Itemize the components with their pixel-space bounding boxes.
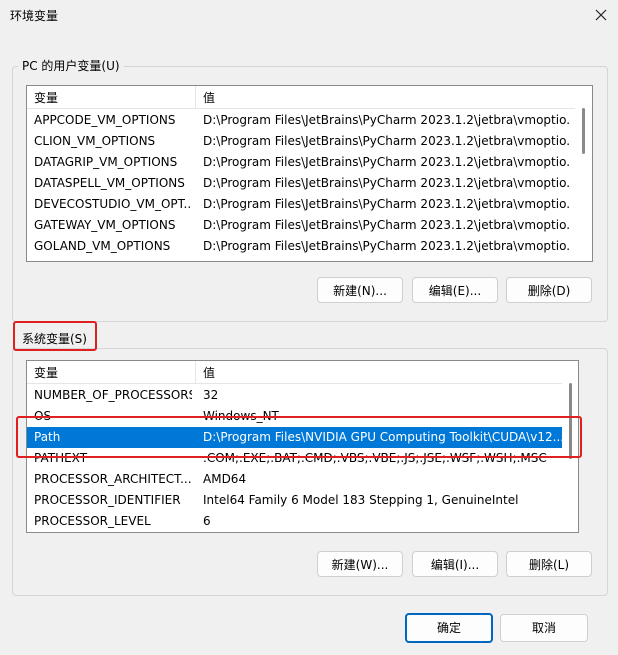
variable-name: DATAGRIP_VM_OPTIONS (34, 155, 178, 169)
user-delete-button[interactable]: 删除(D) (506, 277, 592, 303)
column-header-value[interactable]: 值 (203, 89, 215, 106)
variable-value: Intel64 Family 6 Model 183 Stepping 1, G… (203, 493, 519, 507)
variable-name: PROCESSOR_LEVEL (34, 514, 151, 528)
variable-value: D:\Program Files\JetBrains\PyCharm 2023.… (203, 113, 571, 127)
variable-value: D:\Program Files\JetBrains\PyCharm 2023.… (203, 197, 571, 211)
list-item[interactable]: DATAGRIP_VM_OPTIONS D:\Program Files\JetB… (27, 152, 575, 173)
list-item[interactable]: DEVECOSTUDIO_VM_OPT... D:\Program Files\J… (27, 194, 575, 215)
scroll-thumb[interactable] (582, 108, 585, 154)
user-new-button[interactable]: 新建(N)... (317, 277, 403, 303)
list-item[interactable]: DATASPELL_VM_OPTIONS D:\Program Files\Jet… (27, 173, 575, 194)
system-vars-legend-highlight (13, 321, 97, 351)
system-delete-button[interactable]: 删除(L) (506, 551, 592, 577)
user-vars-header: 变量 值 (27, 86, 592, 109)
system-vars-header: 变量 值 (27, 361, 578, 384)
variable-value: AMD64 (203, 472, 247, 486)
variable-value: D:\Program Files\JetBrains\PyCharm 2023.… (203, 155, 571, 169)
variable-name: APPCODE_VM_OPTIONS (34, 113, 176, 127)
variable-name: PROCESSOR_ARCHITECT... (34, 472, 192, 486)
window-title: 环境变量 (10, 9, 59, 23)
user-vars-scrollbar[interactable] (575, 108, 592, 261)
variable-value: D:\Program Files\JetBrains\PyCharm 2023.… (203, 239, 571, 253)
column-header-value[interactable]: 值 (203, 364, 215, 381)
variable-name: PROCESSOR_IDENTIFIER (34, 493, 181, 507)
list-item[interactable]: GATEWAY_VM_OPTIONS D:\Program Files\JetBr… (27, 215, 575, 236)
column-header-name[interactable]: 变量 (34, 89, 58, 106)
close-icon[interactable] (592, 6, 610, 24)
variable-name: GATEWAY_VM_OPTIONS (34, 218, 176, 232)
variable-value: 32 (203, 388, 219, 402)
variable-value: D:\Program Files\JetBrains\PyCharm 2023.… (203, 218, 571, 232)
variable-value: D:\Program Files\JetBrains\PyCharm 2023.… (203, 176, 571, 190)
variable-name: NUMBER_OF_PROCESSORS (34, 388, 192, 402)
variable-value: 6 (203, 514, 211, 528)
cancel-button[interactable]: 取消 (500, 614, 588, 642)
list-item[interactable]: NUMBER_OF_PROCESSORS 32 (27, 385, 575, 406)
user-edit-button[interactable]: 编辑(E)... (412, 277, 498, 303)
title-bar: 环境变量 (0, 0, 618, 30)
variable-name: DEVECOSTUDIO_VM_OPT... (34, 197, 192, 211)
variable-name: GOLAND_VM_OPTIONS (34, 239, 171, 253)
variable-value: D:\Program Files\JetBrains\PyCharm 2023.… (203, 134, 571, 148)
list-item[interactable]: GOLAND_VM_OPTIONS D:\Program Files\JetBra… (27, 236, 575, 257)
list-item[interactable]: CLION_VM_OPTIONS D:\Program Files\JetBrai… (27, 131, 575, 152)
system-edit-button[interactable]: 编辑(I)... (412, 551, 498, 577)
variable-name: CLION_VM_OPTIONS (34, 134, 156, 148)
user-vars-legend: PC 的用户变量(U) (18, 59, 124, 73)
ok-button[interactable]: 确定 (405, 613, 493, 643)
variable-name: DATASPELL_VM_OPTIONS (34, 176, 185, 190)
list-item[interactable]: PROCESSOR_LEVEL 6 (27, 511, 575, 532)
list-item[interactable]: APPCODE_VM_OPTIONS D:\Program Files\JetBr… (27, 110, 575, 131)
list-item[interactable]: PROCESSOR_ARCHITECT... AMD64 (27, 469, 575, 490)
list-item[interactable]: PROCESSOR_IDENTIFIER Intel64 Family 6 Mod… (27, 490, 575, 511)
path-row-highlight (16, 416, 582, 458)
system-new-button[interactable]: 新建(W)... (317, 551, 403, 577)
user-vars-list[interactable]: 变量 值 APPCODE_VM_OPTIONS D:\Program Files\… (26, 85, 593, 262)
column-header-name[interactable]: 变量 (34, 364, 58, 381)
